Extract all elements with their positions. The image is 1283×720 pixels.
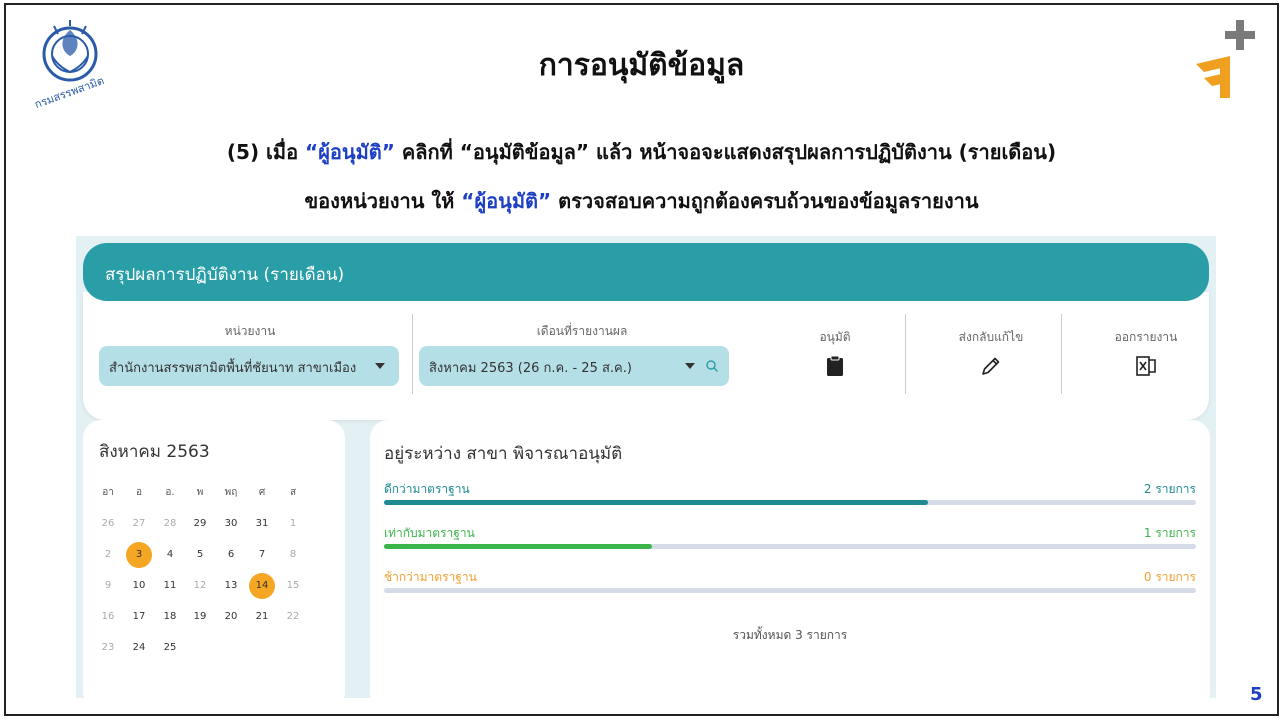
calendar-day[interactable]: 22 (280, 604, 306, 630)
highlighted-role-text: “ผู้อนุมัติ” (305, 140, 395, 164)
return-for-edit-label: ส่งกลับแก้ไข (958, 330, 1024, 344)
status-row-label: เท่ากับมาตราฐาน (384, 526, 475, 540)
status-card: อยู่ระหว่าง สาขา พิจารณาอนุมัติ ดีกว่ามา… (370, 420, 1210, 698)
calendar-day[interactable]: 18 (157, 604, 183, 630)
calendar-day[interactable]: 10 (126, 573, 152, 599)
calendar-day[interactable]: 7 (249, 542, 275, 568)
calendar-day[interactable]: 27 (126, 511, 152, 537)
calendar-day[interactable]: 16 (95, 604, 121, 630)
instruction-line-2: ของหน่วยงาน ให้ “ผู้อนุมัติ” ตรวจสอบความ… (0, 185, 1283, 217)
calendar-day[interactable]: 24 (126, 635, 152, 661)
status-row-label: ดีกว่ามาตราฐาน (384, 482, 470, 496)
calendar-day[interactable]: 29 (187, 511, 213, 537)
calendar-day[interactable]: 2 (95, 542, 121, 568)
calendar-card: สิงหาคม 2563 อาออ. พพฤศส 26 27 28 29 30 31 1 2 3 4 5… (83, 420, 345, 698)
calendar-day[interactable]: 1 (280, 511, 306, 537)
instruction-text: ตรวจสอบความถูกต้องครบถ้วนของข้อมูลรายงาน (551, 189, 979, 213)
calendar-day[interactable]: 25 (157, 635, 183, 661)
month-select-value: สิงหาคม 2563 (26 ก.ค. - 25 ส.ค.) (429, 361, 632, 376)
status-row-count: 2 รายการ (1143, 482, 1196, 496)
calendar-day[interactable]: 9 (95, 573, 121, 599)
calendar-day[interactable]: 28 (157, 511, 183, 537)
summary-title: สรุปผลการปฏิบัติงาน (รายเดือน) (105, 265, 345, 285)
weekday-header: อ. (165, 487, 175, 498)
chevron-down-icon (685, 363, 695, 369)
status-row-count: 1 รายการ (1143, 526, 1196, 540)
unit-select-value: สำนักงานสรรพสามิตพื้นที่ชัยนาท สาขาเมือง (109, 361, 357, 376)
calendar-day[interactable]: 6 (218, 542, 244, 568)
progress-fill (384, 500, 929, 505)
divider (905, 314, 906, 394)
unit-select[interactable]: สำนักงานสรรพสามิตพื้นที่ชัยนาท สาขาเมือง (99, 346, 399, 386)
search-icon[interactable] (705, 359, 719, 373)
calendar-day[interactable]: 30 (218, 511, 244, 537)
slide-title: การอนุมัติข้อมูล (538, 48, 745, 83)
divider (412, 314, 413, 394)
unit-label: หน่วยงาน (224, 324, 276, 338)
instruction-text: ของหน่วยงาน ให้ (304, 189, 462, 213)
progress-track (384, 500, 1196, 505)
calendar-day[interactable]: 8 (280, 542, 306, 568)
calendar-day[interactable]: 23 (95, 635, 121, 661)
calendar-day[interactable]: 11 (157, 573, 183, 599)
instruction-line-1: (5) เมื่อ “ผู้อนุมัติ” คลิกที่ “อนุมัติข… (0, 136, 1283, 168)
month-select[interactable]: สิงหาคม 2563 (26 ก.ค. - 25 ส.ค.) (419, 346, 729, 386)
filter-card: หน่วยงาน สำนักงานสรรพสามิตพื้นที่ชัยนาท … (83, 292, 1209, 420)
highlighted-role-text: “ผู้อนุมัติ” (461, 189, 552, 213)
calendar-day-highlighted[interactable]: 14 (249, 573, 275, 599)
weekday-header: ศ (258, 487, 266, 498)
calendar-day[interactable]: 31 (249, 511, 275, 537)
status-row-count: 0 รายการ (1143, 570, 1196, 584)
month-label: เดือนที่รายงานผล (536, 324, 628, 338)
total-count: รวมทั้งหมด 3 รายการ (732, 628, 848, 642)
status-row-label: ช้ากว่ามาตราฐาน (384, 570, 477, 584)
calendar-day[interactable]: 26 (95, 511, 121, 537)
calendar-day[interactable]: 20 (218, 604, 244, 630)
pencil-icon[interactable] (979, 354, 1003, 378)
calendar-day[interactable]: 19 (187, 604, 213, 630)
weekday-header: อา (102, 487, 114, 498)
calendar-day[interactable]: 12 (187, 573, 213, 599)
calendar-day[interactable]: 15 (280, 573, 306, 599)
calendar-day-highlighted[interactable]: 3 (126, 542, 152, 568)
instruction-text: (5) เมื่อ (226, 140, 306, 164)
chevron-down-icon (375, 363, 385, 369)
calendar-day[interactable]: 17 (126, 604, 152, 630)
progress-track (384, 544, 1196, 549)
calendar-day[interactable]: 13 (218, 573, 244, 599)
clipboard-icon[interactable] (823, 354, 847, 378)
progress-track (384, 588, 1196, 593)
excel-icon[interactable] (1134, 354, 1158, 378)
status-title: อยู่ระหว่าง สาขา พิจารณาอนุมัติ (384, 444, 623, 464)
page-number: 5 (1250, 684, 1263, 705)
calendar-day[interactable]: 21 (249, 604, 275, 630)
weekday-header: ส (289, 487, 297, 498)
calendar-title: สิงหาคม 2563 (99, 442, 210, 462)
weekday-header: พ (196, 487, 204, 498)
weekday-header: พฤ (224, 487, 238, 498)
calendar-day[interactable]: 4 (157, 542, 183, 568)
summary-header: สรุปผลการปฏิบัติงาน (รายเดือน) (83, 243, 1209, 301)
divider (1061, 314, 1062, 394)
progress-fill (384, 544, 652, 549)
export-report-label: ออกรายงาน (1114, 330, 1178, 344)
approve-label: อนุมัติ (819, 330, 851, 344)
calendar-day[interactable]: 5 (187, 542, 213, 568)
weekday-header: อ (135, 487, 142, 498)
app-screenshot: หน่วยงาน สำนักงานสรรพสามิตพื้นที่ชัยนาท … (76, 236, 1216, 698)
instruction-text: คลิกที่ “อนุมัติข้อมูล” แล้ว หน้าจอจะแสด… (394, 140, 1057, 164)
